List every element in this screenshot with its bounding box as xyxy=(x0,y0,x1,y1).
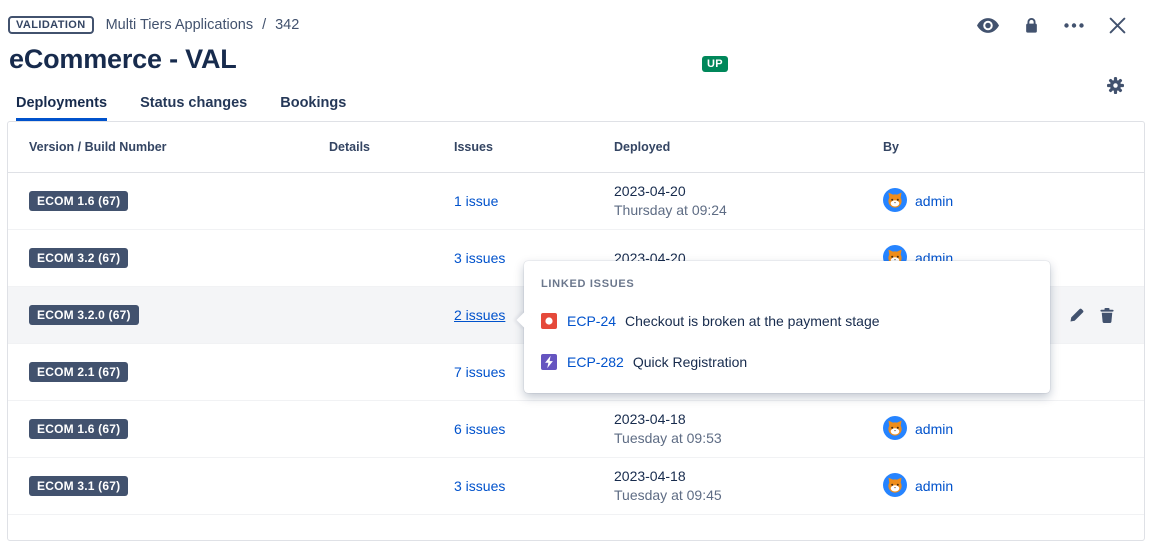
breadcrumb-separator: / xyxy=(262,17,266,33)
deployed-date: 2023-04-20 xyxy=(614,182,883,201)
deployed-by-link[interactable]: admin xyxy=(915,478,953,494)
issues-link[interactable]: 6 issues xyxy=(454,421,505,437)
breadcrumb-item: 342 xyxy=(275,17,299,33)
issue-summary: Quick Registration xyxy=(633,354,747,370)
user-avatar xyxy=(883,473,907,500)
tab-deployments[interactable]: Deployments xyxy=(16,95,107,121)
close-icon[interactable] xyxy=(1109,17,1126,34)
bug-icon xyxy=(541,313,557,329)
table-row: ECOM 1.6 (67) 6 issues 2023-04-18Tuesday… xyxy=(8,401,1144,458)
issues-link[interactable]: 1 issue xyxy=(454,193,498,209)
deployed-date: 2023-04-18 xyxy=(614,467,883,486)
page-title: eCommerce - VAL xyxy=(9,44,237,74)
breadcrumb-project[interactable]: Multi Tiers Applications xyxy=(106,17,253,33)
deployed-by-link[interactable]: admin xyxy=(915,193,953,209)
col-by: By xyxy=(883,140,1144,154)
edit-pencil-icon[interactable] xyxy=(1069,308,1084,323)
user-avatar xyxy=(883,188,907,215)
environment-badge: VALIDATION xyxy=(8,16,94,34)
deployed-date: 2023-04-18 xyxy=(614,410,883,429)
issues-link[interactable]: 3 issues xyxy=(454,250,505,266)
issues-link[interactable]: 3 issues xyxy=(454,478,505,494)
tab-bar: Deployments Status changes Bookings xyxy=(0,75,1152,121)
user-avatar xyxy=(883,416,907,443)
issue-summary: Checkout is broken at the payment stage xyxy=(625,313,879,329)
epic-icon xyxy=(541,354,557,370)
lock-icon[interactable] xyxy=(1024,17,1039,34)
deployed-time: Thursday at 09:24 xyxy=(614,201,883,220)
watch-icon[interactable] xyxy=(977,18,999,33)
col-details: Details xyxy=(329,140,454,154)
settings-gear-icon[interactable] xyxy=(1107,77,1124,99)
version-badge: ECOM 2.1 (67) xyxy=(29,362,128,382)
col-issues: Issues xyxy=(454,140,614,154)
table-row: ECOM 3.1 (67) 3 issues 2023-04-18Tuesday… xyxy=(8,458,1144,515)
table-row: ECOM 1.6 (67) 1 issue 2023-04-20Thursday… xyxy=(8,173,1144,230)
more-icon[interactable] xyxy=(1064,23,1084,28)
version-badge: ECOM 3.1 (67) xyxy=(29,476,128,496)
linked-issue-row: ECP-282 Quick Registration xyxy=(541,352,1030,372)
delete-trash-icon[interactable] xyxy=(1100,308,1114,323)
linked-issues-popup: LINKED ISSUES ECP-24 Checkout is broken … xyxy=(524,261,1050,393)
table-header: Version / Build Number Details Issues De… xyxy=(8,122,1144,173)
linked-issue-row: ECP-24 Checkout is broken at the payment… xyxy=(541,311,1030,331)
deployed-time: Tuesday at 09:45 xyxy=(614,486,883,505)
issues-link[interactable]: 7 issues xyxy=(454,364,505,380)
col-version: Version / Build Number xyxy=(29,140,329,154)
version-badge: ECOM 3.2.0 (67) xyxy=(29,305,139,325)
deployed-by-link[interactable]: admin xyxy=(915,421,953,437)
issue-key-link[interactable]: ECP-282 xyxy=(567,354,624,370)
tab-bookings[interactable]: Bookings xyxy=(280,95,346,121)
version-badge: ECOM 1.6 (67) xyxy=(29,419,128,439)
col-deployed: Deployed xyxy=(614,140,883,154)
version-badge: ECOM 1.6 (67) xyxy=(29,191,128,211)
deployed-time: Tuesday at 09:53 xyxy=(614,429,883,448)
version-badge: ECOM 3.2 (67) xyxy=(29,248,128,268)
issue-key-link[interactable]: ECP-24 xyxy=(567,313,616,329)
tab-status-changes[interactable]: Status changes xyxy=(140,95,247,121)
breadcrumb: VALIDATION Multi Tiers Applications / 34… xyxy=(0,0,1152,34)
status-badge: UP xyxy=(702,56,728,72)
popup-title: LINKED ISSUES xyxy=(541,278,1030,290)
issues-link[interactable]: 2 issues xyxy=(454,307,505,323)
